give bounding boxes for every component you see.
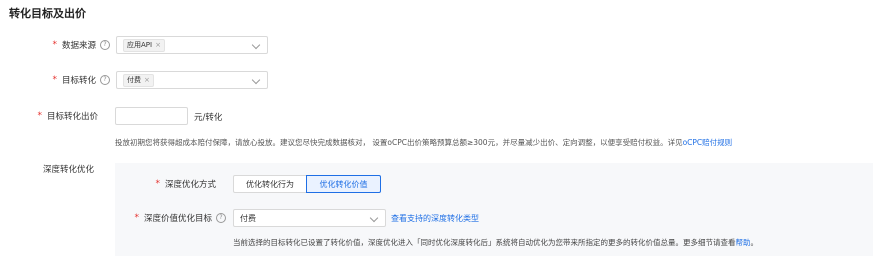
tag-close-icon[interactable]: × — [144, 76, 150, 84]
target-conversion-select[interactable]: 付费 × — [116, 71, 268, 89]
chevron-down-icon — [251, 75, 261, 85]
bid-label: 目标转化出价 — [46, 112, 98, 122]
required-mark: * — [52, 75, 57, 85]
deep-target-label: 深度价值优化目标 — [143, 214, 212, 224]
data-source-tag: 应用API × — [123, 38, 165, 52]
data-source-label: 数据来源 — [61, 41, 96, 51]
deep-note-text: 当前选择的目标转化已设置了转化价值，深度优化进入「同时优化深度转化后」系统将自动… — [233, 238, 736, 247]
help-icon[interactable]: ? — [100, 75, 110, 85]
deep-target-label-group: * 深度价值优化目标 ? — [120, 209, 226, 227]
bid-note: 投放初期您将获得超成本赔付保障，请放心投放。建议您尽快完成数据核对， 设置oCP… — [115, 137, 732, 148]
chevron-down-icon — [251, 40, 261, 50]
mode-option-value[interactable]: 优化转化价值 — [306, 175, 381, 193]
deep-note-suffix: 。 — [750, 238, 759, 247]
deep-mode-label: 深度优化方式 — [164, 180, 216, 190]
required-mark: * — [134, 213, 139, 223]
bid-input[interactable] — [115, 107, 188, 125]
data-source-label-group: * 数据来源 ? — [30, 36, 110, 54]
deep-types-link[interactable]: 查看支持的深度转化类型 — [391, 213, 479, 224]
tag-close-icon[interactable]: × — [155, 41, 161, 49]
bid-unit: 元/转化 — [194, 113, 223, 123]
ocpc-rules-link[interactable]: oCPC赔付规则 — [683, 138, 733, 147]
target-conversion-label: 目标转化 — [61, 76, 96, 86]
deep-section-label: 深度转化优化 — [43, 165, 95, 175]
target-conversion-tag-label: 付费 — [127, 76, 141, 84]
target-conversion-label-group: * 目标转化 ? — [30, 71, 110, 89]
help-icon[interactable]: ? — [100, 40, 110, 50]
required-mark: * — [52, 40, 57, 50]
deep-mode-label-group: * 深度优化方式 — [130, 175, 216, 193]
required-mark: * — [37, 111, 42, 121]
deep-target-select[interactable]: 付费 — [233, 209, 386, 227]
deep-note: 当前选择的目标转化已设置了转化价值，深度优化进入「同时优化深度转化后」系统将自动… — [233, 237, 758, 248]
bid-note-text: 投放初期您将获得超成本赔付保障，请放心投放。建议您尽快完成数据核对， 设置oCP… — [115, 138, 683, 147]
help-link[interactable]: 帮助 — [736, 238, 751, 247]
data-source-select[interactable]: 应用API × — [116, 36, 268, 54]
section-title: 转化目标及出价 — [9, 7, 86, 20]
required-mark: * — [155, 179, 160, 189]
bid-label-group: * 目标转化出价 — [10, 107, 98, 125]
deep-target-value: 付费 — [240, 213, 256, 223]
deep-mode-segmented: 优化转化行为 优化转化价值 — [233, 175, 381, 193]
chevron-down-icon — [369, 213, 379, 223]
mode-option-behavior[interactable]: 优化转化行为 — [233, 175, 307, 193]
target-conversion-tag: 付费 × — [123, 73, 154, 87]
data-source-tag-label: 应用API — [127, 41, 153, 49]
help-icon[interactable]: ? — [216, 213, 226, 223]
